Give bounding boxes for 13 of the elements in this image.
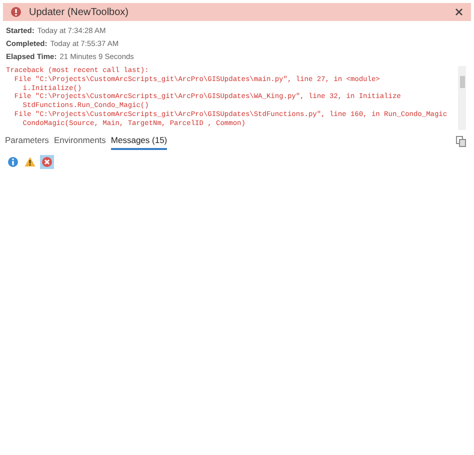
warning-filter-button[interactable] — [23, 154, 37, 169]
tab[interactable]: Messages (15) — [110, 134, 168, 150]
window-title: Updater (NewToolbox) — [29, 6, 128, 20]
scrollbar[interactable] — [458, 66, 466, 130]
error-filter-button[interactable] — [40, 154, 54, 169]
tab[interactable]: Environments — [54, 134, 106, 150]
error-icon — [11, 7, 21, 17]
copy-icon[interactable] — [456, 136, 466, 148]
error-icon — [41, 156, 53, 168]
warning-icon — [24, 156, 36, 168]
info-icon — [7, 156, 19, 168]
tab[interactable]: Parameters — [5, 134, 49, 150]
close-icon[interactable] — [455, 8, 463, 16]
